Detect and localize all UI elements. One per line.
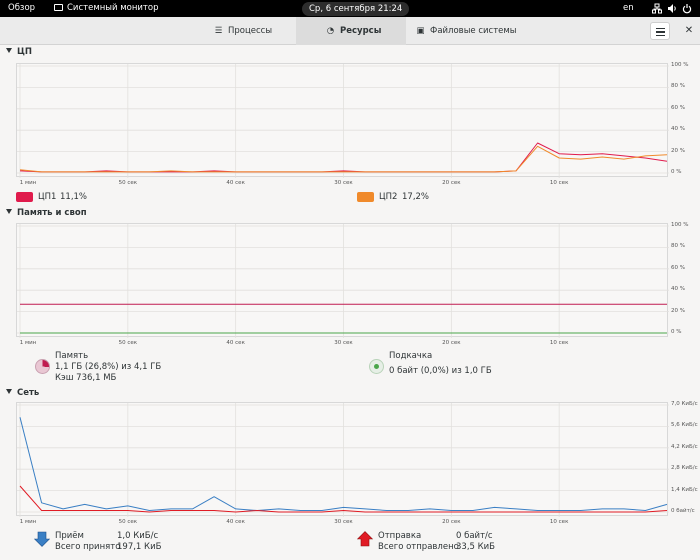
- app-menu[interactable]: Системный монитор: [54, 0, 158, 17]
- receive-label: Приём: [55, 531, 84, 541]
- memory-x-tick-label: 20 сек: [442, 340, 461, 346]
- network-graph: [16, 402, 669, 517]
- cpu-y-tick-label: 0 %: [671, 169, 682, 175]
- receive-total: 197,1 КиБ: [117, 542, 162, 552]
- memory-x-tick-label: 50 сек: [118, 340, 138, 346]
- network-y-tick-label: 1,4 КиБ/с: [671, 486, 698, 493]
- monitor-icon: [54, 4, 63, 11]
- expander-arrow-icon: [6, 389, 12, 394]
- receive-total-label: Всего принято: [55, 542, 121, 552]
- cpu-x-tick-label: 1 мин: [19, 180, 37, 186]
- cpu1-value: 11,1%: [60, 192, 88, 202]
- network-y-tick-label: 5,6 КиБ/с: [671, 422, 698, 429]
- network-y-tick-label: 4,2 КиБ/с: [671, 443, 698, 450]
- tab-resources[interactable]: ◔ Ресурсы: [296, 17, 406, 45]
- cpu-x-tick-label: 50 сек: [118, 180, 138, 186]
- memory-y-tick-label: 40 %: [671, 286, 685, 293]
- cpu-y-tick-label: 20 %: [671, 147, 685, 154]
- cpu-graph-svg: [17, 64, 669, 178]
- send-rate: 0 байт/с: [456, 531, 493, 541]
- cpu-x-tick-label: 20 сек: [442, 180, 461, 186]
- network-y-tick-label: 2,8 КиБ/с: [671, 465, 698, 472]
- cpu-x-tick-label: 10 сек: [549, 180, 569, 186]
- memory-x-tick-label: 10 сек: [549, 340, 569, 346]
- header-bar: ☰ Процессы ◔ Ресурсы ▣ Файловые системы: [0, 17, 700, 45]
- memory-y-tick-label: 20 %: [671, 307, 685, 314]
- memory-y-tick-label: 60 %: [671, 264, 685, 271]
- memory-value: 1,1 ГБ (26,8%) из 4,1 ГБ: [55, 362, 162, 372]
- download-arrow-icon[interactable]: [34, 531, 50, 547]
- send-label: Отправка: [378, 531, 422, 541]
- swap-value: 0 байт (0,0%) из 1,0 ГБ: [389, 366, 492, 376]
- memory-label: Память: [55, 351, 89, 361]
- cpu2-label: ЦП2: [379, 192, 398, 202]
- upload-arrow-icon[interactable]: [357, 531, 373, 547]
- gauge-icon: ◔: [326, 26, 335, 36]
- swap-label: Подкачка: [389, 351, 433, 361]
- top-bar: Обзор Системный монитор Ср, 6 сентября 2…: [0, 0, 700, 17]
- send-total: 33,5 КиБ: [456, 542, 496, 552]
- cpu-x-tick-label: 40 сек: [226, 180, 245, 186]
- memory-y-tick-label: 0 %: [671, 329, 682, 335]
- list-icon: ☰: [214, 26, 223, 36]
- network-x-tick-label: 1 мин: [19, 519, 37, 525]
- network-graph-svg: [17, 403, 669, 517]
- tab-filesystems[interactable]: ▣ Файловые системы: [406, 17, 536, 45]
- network-wired-icon[interactable]: [652, 0, 662, 17]
- volume-icon[interactable]: [667, 0, 677, 17]
- cpu-y-tick-label: 40 %: [671, 126, 685, 133]
- disk-icon: ▣: [416, 26, 425, 36]
- network-y-tick-label: 7,0 КиБ/с: [671, 401, 698, 407]
- memory-x-tick-label: 1 мин: [19, 340, 37, 346]
- cpu-y-tick-label: 60 %: [671, 104, 685, 111]
- memory-graph-svg: [17, 224, 669, 338]
- expander-arrow-icon: [6, 209, 12, 214]
- close-icon[interactable]: ✕: [681, 23, 697, 39]
- network-x-tick-label: 50 сек: [118, 519, 138, 525]
- cpu2-value: 17,2%: [402, 192, 430, 202]
- memory-cache: Кэш 736,1 МБ: [55, 373, 117, 383]
- receive-rate: 1,0 КиБ/с: [117, 531, 159, 541]
- cpu1-label: ЦП1: [38, 192, 57, 202]
- cpu-y-tick-label: 100 %: [671, 62, 689, 68]
- network-y-tick-label: 0 байт/с: [671, 508, 695, 514]
- swap-pie-icon[interactable]: [369, 359, 384, 374]
- network-x-tick-label: 30 сек: [334, 519, 353, 525]
- section-memory[interactable]: Память и своп: [6, 208, 87, 218]
- tab-processes[interactable]: ☰ Процессы: [200, 17, 296, 45]
- network-x-tick-label: 10 сек: [549, 519, 569, 525]
- memory-y-tick-label: 100 %: [671, 222, 689, 228]
- clock[interactable]: Ср, 6 сентября 21:24: [302, 1, 410, 16]
- power-icon[interactable]: [682, 0, 692, 17]
- memory-y-tick-label: 80 %: [671, 243, 685, 250]
- section-cpu[interactable]: ЦП: [6, 47, 32, 57]
- section-network[interactable]: Сеть: [6, 388, 39, 398]
- memory-x-tick-label: 30 сек: [334, 340, 353, 346]
- keyboard-layout[interactable]: en: [623, 0, 634, 17]
- expander-arrow-icon: [6, 48, 12, 53]
- main-menu-button[interactable]: [650, 22, 670, 40]
- app-name: Системный монитор: [67, 3, 159, 13]
- memory-graph: [16, 223, 669, 338]
- memory-pie-icon[interactable]: [35, 359, 50, 374]
- cpu-x-tick-label: 30 сек: [334, 180, 353, 186]
- cpu2-color-swatch[interactable]: [357, 192, 374, 202]
- cpu-y-tick-label: 80 %: [671, 83, 685, 90]
- network-x-tick-label: 20 сек: [442, 519, 461, 525]
- cpu1-color-swatch[interactable]: [16, 192, 33, 202]
- send-total-label: Всего отправлено: [378, 542, 459, 552]
- overview-button[interactable]: Обзор: [8, 0, 35, 17]
- memory-x-tick-label: 40 сек: [226, 340, 245, 346]
- network-x-tick-label: 40 сек: [226, 519, 245, 525]
- cpu-graph: [16, 63, 669, 178]
